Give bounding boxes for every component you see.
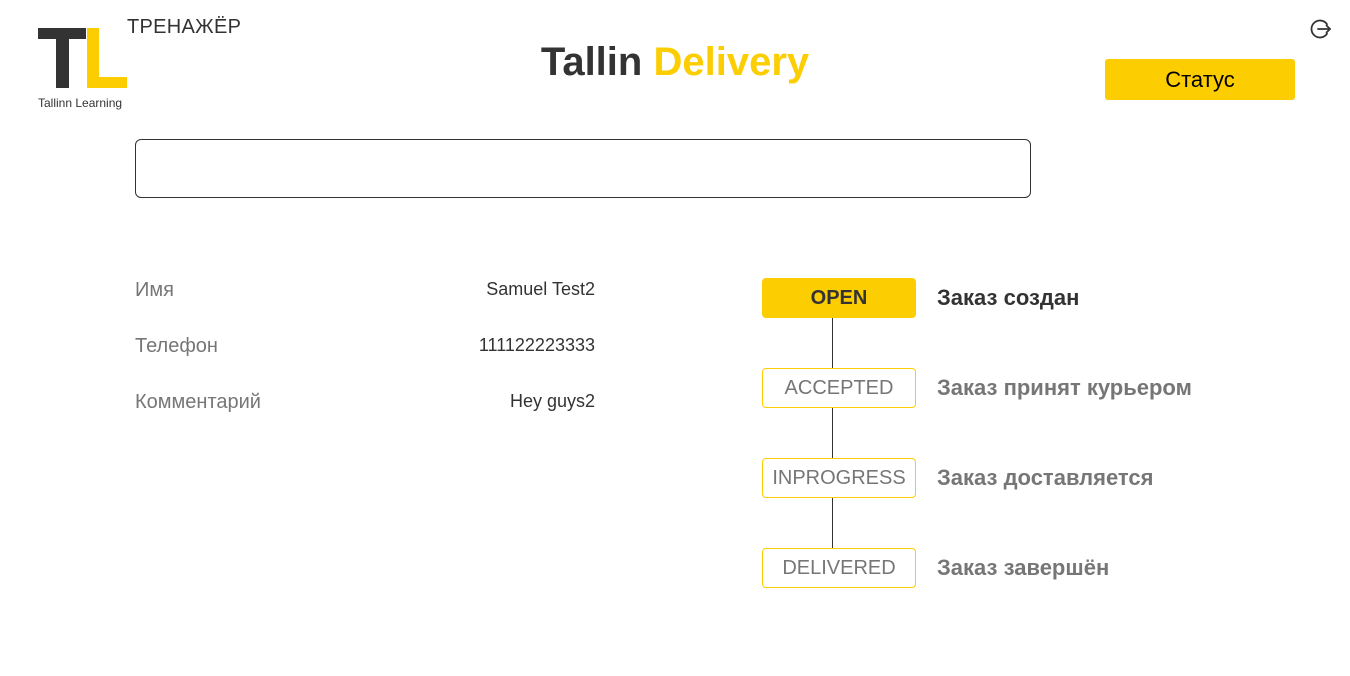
status-badge-delivered: DELIVERED xyxy=(762,548,916,588)
order-search-input[interactable] xyxy=(135,139,1031,198)
status-text-inprogress: Заказ доставляется xyxy=(937,465,1154,490)
phone-value: 111122223333 xyxy=(478,335,595,355)
page: Tallinn Learning ТРЕНАЖЁР Tallin Deliver… xyxy=(0,0,1350,676)
phone-label: Телефон xyxy=(135,335,218,357)
status-button[interactable]: Статус xyxy=(1105,59,1295,100)
status-text-open: Заказ создан xyxy=(937,285,1080,310)
info-row-comment: Комментарий Hey guys2 xyxy=(135,391,595,415)
timeline-connector xyxy=(832,408,833,458)
logout-icon[interactable] xyxy=(1310,18,1332,40)
info-row-phone: Телефон 111122223333 xyxy=(135,335,595,359)
name-label: Имя xyxy=(135,279,174,301)
status-badge-open: OPEN xyxy=(762,278,916,318)
title-part-2: Delivery xyxy=(653,40,810,84)
timeline-connector xyxy=(832,318,833,368)
comment-value: Hey guys2 xyxy=(509,391,595,411)
trainer-label: ТРЕНАЖЁР xyxy=(127,16,242,38)
name-value: Samuel Test2 xyxy=(486,279,595,299)
info-row-name: Имя Samuel Test2 xyxy=(135,279,595,303)
comment-label: Комментарий xyxy=(135,391,261,413)
title-part-1: Tallin xyxy=(540,40,643,84)
status-text-accepted: Заказ принят курьером xyxy=(937,375,1192,400)
status-badge-accepted: ACCEPTED xyxy=(762,368,916,408)
status-badge-inprogress: INPROGRESS xyxy=(762,458,916,498)
status-text-delivered: Заказ завершён xyxy=(937,555,1110,580)
timeline-connector xyxy=(832,498,833,548)
logo-subtitle: Tallinn Learning xyxy=(38,96,123,110)
